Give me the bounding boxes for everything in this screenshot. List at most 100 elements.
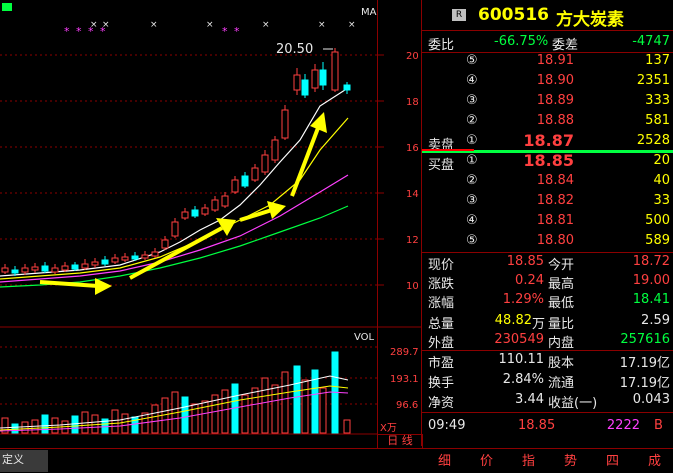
candle-body — [281, 109, 289, 139]
candle-body — [319, 69, 327, 86]
bid-volume: 500 — [645, 213, 670, 228]
stat-value: 0.043 — [632, 392, 670, 407]
candle-body — [111, 257, 119, 263]
ask-price[interactable]: 18.91 — [537, 53, 574, 68]
tab-4[interactable]: 四 — [606, 450, 619, 469]
vol-tick: 96.6 — [396, 400, 418, 411]
kline-chart[interactable]: **** ** ×××× ××× 20.50 MA VOL 7 — [0, 0, 377, 450]
arrow-1-head — [95, 278, 112, 295]
stat-value: 17.19亿 — [619, 356, 670, 371]
ask-price[interactable]: 18.90 — [537, 73, 574, 88]
axis-tick: 14 — [406, 189, 419, 200]
buy-label: 买盘 — [428, 158, 455, 173]
candle-body — [251, 167, 259, 181]
candle-body — [31, 266, 39, 271]
stat-value: 3.44 — [515, 392, 544, 407]
candle-body — [241, 175, 249, 187]
stock-code: 600516 — [478, 5, 549, 25]
bid-price[interactable]: 18.85 — [523, 151, 574, 170]
axis-tick: 12 — [406, 235, 419, 246]
wc-label: 委差 — [552, 38, 579, 53]
volume-bar — [181, 396, 189, 434]
ask-level: ② — [466, 113, 478, 128]
bid-level: ③ — [466, 193, 478, 208]
badge-icon: R — [452, 9, 466, 21]
volume-bar — [241, 394, 249, 434]
candle-body — [293, 74, 301, 91]
stat-label: 收益(一) — [548, 396, 598, 411]
candle-body — [191, 209, 199, 217]
price-axis: 20 18 16 14 12 10 289.7 193.1 96.6 X万 日 … — [377, 0, 423, 449]
tab-daily[interactable]: 日 线 — [377, 434, 423, 449]
stat-value: 19.00 — [632, 273, 670, 288]
high-price-label: 20.50 — [276, 42, 313, 57]
stock-name: 方大炭素 — [556, 10, 624, 30]
volume-bar — [261, 377, 269, 434]
tab-3[interactable]: 势 — [564, 450, 577, 469]
ask-volume: 581 — [645, 113, 670, 128]
bid-price[interactable]: 18.80 — [537, 233, 574, 248]
stat-label: 涨幅 — [428, 296, 455, 311]
ask-price[interactable]: 18.89 — [537, 93, 574, 108]
stat-label: 股本 — [548, 356, 575, 371]
stat-label: 换手 — [428, 376, 455, 391]
volume-bars-group — [1, 351, 351, 434]
custom-button[interactable]: 定义 — [0, 450, 48, 472]
arrow-2-head — [216, 218, 236, 236]
bid-volume: 40 — [653, 173, 670, 188]
candle-body — [51, 267, 59, 273]
stat-value: 2.84% — [502, 372, 544, 387]
kline-svg[interactable]: **** ** ×××× ××× 20.50 MA VOL 7 — [0, 0, 377, 450]
ma-label: MA — [361, 7, 377, 18]
stat-label: 内盘 — [548, 336, 575, 351]
bid-level: ⑤ — [466, 233, 478, 248]
bid-volume: 33 — [653, 193, 670, 208]
volume-bar — [11, 423, 19, 434]
volume-bar — [21, 421, 29, 434]
volume-bar — [251, 387, 259, 434]
bid-price[interactable]: 18.81 — [537, 213, 574, 228]
tick-volume: 2222 — [606, 418, 640, 433]
bid-price[interactable]: 18.84 — [537, 173, 574, 188]
tick-time: 09:49 — [428, 418, 466, 433]
candle-body — [231, 179, 239, 193]
volume-bar — [121, 413, 129, 434]
candle-body — [181, 211, 189, 219]
volume-bar — [41, 414, 49, 434]
volume-bar — [221, 389, 229, 434]
candle-body — [71, 264, 79, 270]
axis-tick: 10 — [406, 281, 419, 292]
candle-body — [271, 139, 279, 161]
wb-label: 委比 — [428, 38, 455, 53]
candle-body — [41, 265, 49, 272]
stat-label: 最低 — [548, 296, 575, 311]
axis-tick: 18 — [406, 97, 419, 108]
volume-bar — [281, 371, 289, 434]
svg-text:*: * — [64, 25, 70, 38]
stat-value: 230549 — [494, 332, 544, 347]
svg-text:*: * — [76, 25, 82, 38]
stat-value: 18.85 — [506, 254, 544, 269]
bid-level: ④ — [466, 213, 478, 228]
stat-value: 1.29% — [502, 292, 544, 307]
candle-body — [141, 254, 149, 259]
stat-value: 18.72 — [632, 254, 670, 269]
candle-body — [311, 69, 319, 89]
bid-price[interactable]: 18.82 — [537, 193, 574, 208]
ask-price[interactable]: 18.87 — [523, 131, 574, 150]
stat-label: 最高 — [548, 277, 575, 292]
stat-value: 110.11 — [498, 352, 545, 367]
volume-bar — [91, 414, 99, 434]
svg-text:×: × — [90, 20, 98, 30]
tab-5[interactable]: 成 — [648, 450, 661, 469]
volume-bar — [319, 387, 327, 434]
tab-0[interactable]: 细 — [438, 450, 451, 469]
ask-level: ⑤ — [466, 53, 478, 68]
ask-price[interactable]: 18.88 — [537, 113, 574, 128]
candle-body — [101, 259, 109, 265]
volume-bar — [201, 400, 209, 434]
tick-side: B — [654, 418, 663, 433]
vol-label: VOL — [354, 332, 375, 343]
tab-2[interactable]: 指 — [522, 450, 535, 469]
tab-1[interactable]: 价 — [480, 450, 493, 469]
